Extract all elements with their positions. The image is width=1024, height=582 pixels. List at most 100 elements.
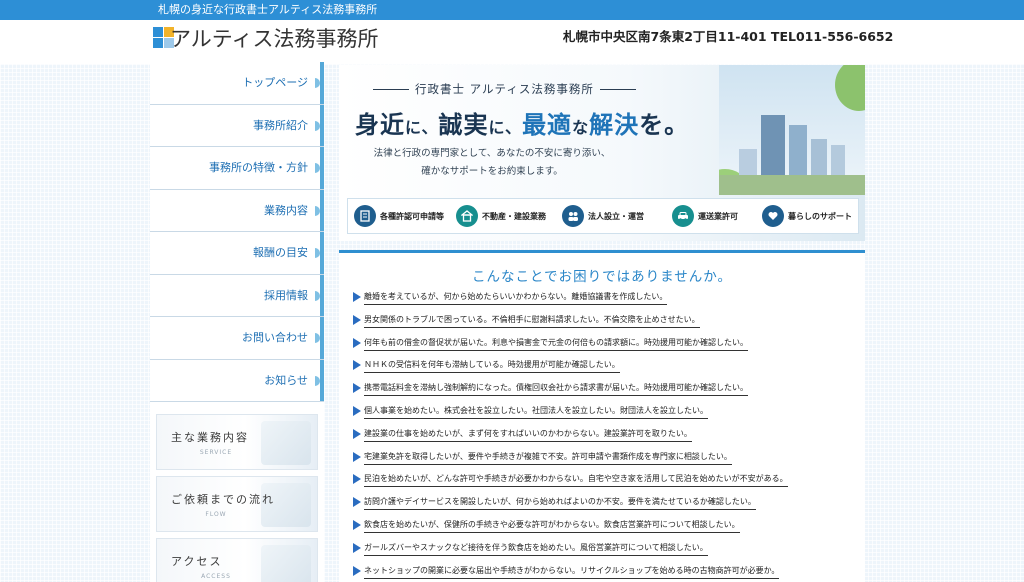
triangle-bullet-icon bbox=[353, 542, 361, 553]
car-icon bbox=[672, 205, 694, 227]
nav-item-features[interactable]: 事務所の特徴・方針 bbox=[150, 147, 324, 190]
list-item-text: ネットショップの開業に必要な届出や手続きがわからない。リサイクルショップを始める… bbox=[364, 564, 780, 579]
headline-part: な bbox=[572, 118, 590, 137]
hero-lead-line: 確かなサポートをお約束します。 bbox=[421, 166, 563, 177]
headline-part: 最適 bbox=[522, 110, 573, 139]
nav-arrow-icon bbox=[315, 290, 320, 301]
header-address: 札幌市中央区南7条東2丁目11-401 TEL011-556-6652 bbox=[563, 29, 894, 44]
service-life-support[interactable]: 暮らしのサポート bbox=[756, 205, 858, 227]
list-item[interactable]: 訪問介護やデイサービスを開設したいが、何から始めればよいのか不安。要件を満たせて… bbox=[353, 495, 788, 518]
list-item[interactable]: 携帯電話料金を滞納し強制解約になった。債権回収会社から請求書が届いた。時効援用可… bbox=[353, 381, 788, 404]
nav-item-top[interactable]: トップページ bbox=[150, 62, 324, 105]
list-item-text: 個人事業を始めたい。株式会社を設立したい。社団法人を設立したい。財団法人を設立し… bbox=[364, 404, 708, 419]
building-icon bbox=[456, 205, 478, 227]
list-item-text: ガールズバーやスナックなど接待を伴う飲食店を始めたい。風俗営業許可について相談し… bbox=[364, 541, 708, 556]
service-permits[interactable]: 各種許認可申請等 bbox=[348, 205, 450, 227]
headline-part: に、 bbox=[405, 118, 439, 137]
people-icon bbox=[562, 205, 584, 227]
service-label: 法人設立・運営 bbox=[588, 211, 644, 221]
list-item-text: 男女関係のトラブルで困っている。不倫相手に慰謝料請求したい。不倫交際を止めさせた… bbox=[364, 313, 700, 328]
list-item-text: 離婚を考えているが、何から始めたらいいかわからない。離婚協議書を作成したい。 bbox=[364, 290, 668, 305]
logo-text[interactable]: アルティス法務事務所 bbox=[170, 25, 379, 53]
nav-arrow-icon bbox=[315, 120, 320, 131]
banner-image bbox=[261, 545, 311, 582]
headline-part: 解決 bbox=[589, 110, 640, 139]
nav-item-about[interactable]: 事務所紹介 bbox=[150, 104, 324, 147]
list-item[interactable]: 何年も前の借金の督促状が届いた。利息や損害金で元金の何倍もの請求額に。時効援用可… bbox=[353, 336, 788, 359]
nav-item-label: 事務所の特徴・方針 bbox=[209, 161, 308, 174]
top-bar-text: 札幌の身近な行政書士アルティス法務事務所 bbox=[158, 3, 378, 16]
list-item[interactable]: 飲食店を始めたいが、保健所の手続きや必要な許可がわからない。飲食店営業許可につい… bbox=[353, 518, 788, 541]
list-item[interactable]: ＮＨＫの受信料を何年も滞納している。時効援用が可能か確認したい。 bbox=[353, 358, 788, 381]
list-item-text: 飲食店を始めたいが、保健所の手続きや必要な許可がわからない。飲食店営業許可につい… bbox=[364, 518, 740, 533]
header: アルティス法務事務所 札幌市中央区南7条東2丁目11-401 TEL011-55… bbox=[0, 20, 1024, 64]
triangle-bullet-icon bbox=[353, 474, 361, 485]
banner-subtitle: SERVICE bbox=[199, 449, 233, 456]
triangle-bullet-icon bbox=[353, 451, 361, 462]
list-item[interactable]: 宅建業免許を取得したいが、要件や手続きが複雑で不安。許可申請や書類作成を専門家に… bbox=[353, 450, 788, 473]
banner-image bbox=[261, 421, 311, 465]
nav-item-label: 採用情報 bbox=[264, 288, 308, 302]
banner-service[interactable]: 主な業務内容 SERVICE bbox=[156, 414, 318, 470]
headline-part: に、 bbox=[488, 118, 523, 137]
banner-flow[interactable]: ご依頼までの流れ FLOW bbox=[156, 476, 318, 532]
sidebar-nav: トップページ 事務所紹介 事務所の特徴・方針 業務内容 報酬の目安 採用情報 お… bbox=[150, 62, 324, 402]
document-icon bbox=[354, 205, 376, 227]
service-label: 暮らしのサポート bbox=[788, 211, 852, 221]
triangle-bullet-icon bbox=[353, 360, 361, 371]
nav-item-fees[interactable]: 報酬の目安 bbox=[150, 232, 324, 275]
nav-item-label: トップページ bbox=[242, 76, 308, 89]
banner-title: 主な業務内容 bbox=[171, 431, 249, 444]
hero-banner: 行政書士 アルティス法務事務所 身近に、誠実に、最適な解決を。 法律と行政の専門… bbox=[339, 65, 865, 241]
list-item-text: 民泊を始めたいが、どんな許可や手続きが必要かわからない。自宅や空き家を活用して民… bbox=[364, 472, 788, 488]
list-item-text: 携帯電話料金を滞納し強制解約になった。債権回収会社から請求書が届いた。時効援用可… bbox=[364, 381, 748, 397]
banner-title: アクセス bbox=[171, 555, 223, 568]
service-icons-bar: 各種許認可申請等 不動産・建設業務 法人設立・運営 運送業許可 暮らしのサポート bbox=[347, 198, 859, 234]
city-skyline-image bbox=[719, 65, 865, 195]
list-item[interactable]: 離婚を考えているが、何から始めたらいいかわからない。離婚協議書を作成したい。 bbox=[353, 290, 788, 313]
sidebar: トップページ 事務所紹介 事務所の特徴・方針 業務内容 報酬の目安 採用情報 お… bbox=[150, 62, 324, 582]
nav-item-label: お知らせ bbox=[264, 373, 308, 387]
nav-arrow-icon bbox=[315, 163, 320, 173]
nav-arrow-icon bbox=[315, 78, 320, 88]
list-item[interactable]: ガールズバーやスナックなど接待を伴う飲食店を始めたい。風俗営業許可について相談し… bbox=[353, 541, 788, 564]
hero-lead: 法律と行政の専門家として、あなたの不安に寄り添い、 確かなサポートをお約束します… bbox=[367, 145, 617, 181]
nav-arrow-icon bbox=[315, 375, 320, 386]
list-item[interactable]: 男女関係のトラブルで困っている。不倫相手に慰謝料請求したい。不倫交際を止めさせた… bbox=[353, 313, 788, 336]
list-item[interactable]: 個人事業を始めたい。株式会社を設立したい。社団法人を設立したい。財団法人を設立し… bbox=[353, 404, 788, 427]
nav-item-news[interactable]: お知らせ bbox=[150, 359, 324, 402]
main-content: こんなことでお困りではありませんか。 離婚を考えているが、何から始めたらいいかわ… bbox=[339, 250, 865, 582]
nav-arrow-icon bbox=[315, 333, 320, 343]
service-transport[interactable]: 運送業許可 bbox=[654, 205, 756, 227]
nav-arrow-icon bbox=[315, 205, 320, 216]
triangle-bullet-icon bbox=[353, 405, 361, 416]
service-corporate[interactable]: 法人設立・運営 bbox=[552, 205, 654, 227]
list-item-text: 建設業の仕事を始めたいが、まず何をすればいいのかわからない。建設業許可を取りたい… bbox=[364, 427, 692, 442]
nav-item-label: お問い合わせ bbox=[242, 331, 308, 344]
list-item[interactable]: 民泊を始めたいが、どんな許可や手続きが必要かわからない。自宅や空き家を活用して民… bbox=[353, 472, 788, 495]
trouble-list: 離婚を考えているが、何から始めたらいいかわからない。離婚協議書を作成したい。 男… bbox=[353, 290, 788, 582]
triangle-bullet-icon bbox=[353, 497, 361, 508]
list-item-text: 宅建業免許を取得したいが、要件や手続きが複雑で不安。許可申請や書類作成を専門家に… bbox=[364, 450, 732, 465]
banner-access[interactable]: アクセス ACCESS bbox=[156, 538, 318, 582]
hero-lead-line: 法律と行政の専門家として、あなたの不安に寄り添い、 bbox=[373, 148, 611, 159]
headline-part: を。 bbox=[639, 110, 690, 139]
list-item[interactable]: ネットショップの開業に必要な届出や手続きがわからない。リサイクルショップを始める… bbox=[353, 564, 788, 582]
section-title: こんなことでお困りではありませんか。 bbox=[472, 269, 732, 285]
hero-subtitle: 行政書士 アルティス法務事務所 bbox=[367, 81, 642, 97]
nav-item-label: 報酬の目安 bbox=[253, 246, 308, 259]
list-item-text: 訪問介護やデイサービスを開設したいが、何から始めればよいのか不安。要件を満たせて… bbox=[364, 495, 756, 511]
list-item[interactable]: 建設業の仕事を始めたいが、まず何をすればいいのかわからない。建設業許可を取りたい… bbox=[353, 427, 788, 450]
triangle-bullet-icon bbox=[353, 383, 361, 394]
top-bar: 札幌の身近な行政書士アルティス法務事務所 bbox=[0, 0, 1024, 20]
service-label: 各種許認可申請等 bbox=[380, 211, 444, 221]
banner-subtitle: ACCESS bbox=[201, 573, 231, 580]
service-realestate[interactable]: 不動産・建設業務 bbox=[450, 205, 552, 227]
triangle-bullet-icon bbox=[353, 337, 361, 348]
nav-item-contact[interactable]: お問い合わせ bbox=[150, 317, 324, 360]
nav-item-recruit[interactable]: 採用情報 bbox=[150, 274, 324, 317]
nav-item-services[interactable]: 業務内容 bbox=[150, 189, 324, 232]
list-item-text: 何年も前の借金の督促状が届いた。利息や損害金で元金の何倍もの請求額に。時効援用可… bbox=[364, 336, 748, 351]
nav-item-label: 事務所紹介 bbox=[253, 118, 308, 132]
heart-hands-icon bbox=[762, 205, 784, 227]
